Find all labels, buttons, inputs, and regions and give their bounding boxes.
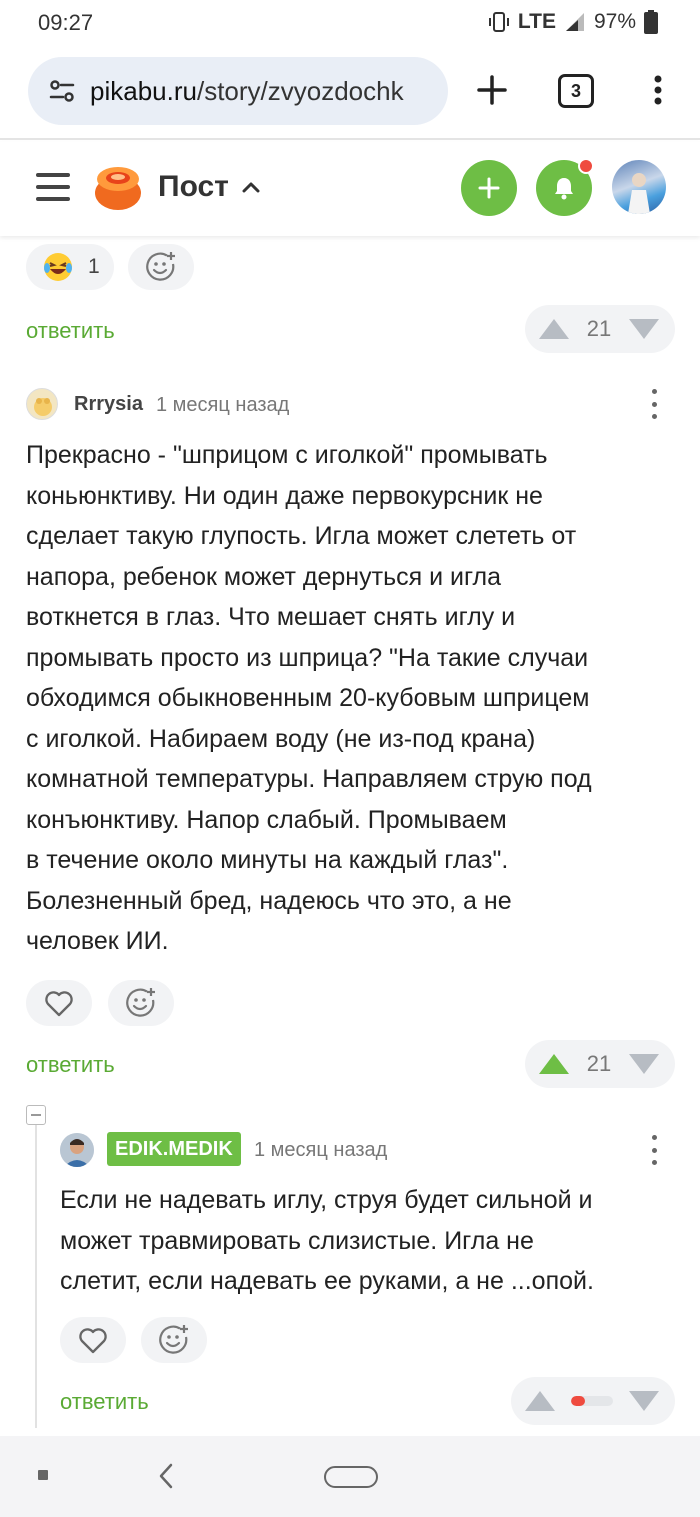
thread-line: [35, 1118, 37, 1428]
plus-icon: [477, 75, 507, 105]
notifications-button[interactable]: [536, 158, 594, 216]
comment-line: Прекрасно - "шприцом с иголкой" промыват…: [26, 441, 548, 469]
url-domain: pikabu.ru: [90, 75, 197, 106]
reply-link[interactable]: ответить: [26, 318, 115, 344]
comment-menu-icon[interactable]: [644, 1135, 664, 1165]
comment-line: сделает такую глупость. Игла может слете…: [26, 522, 577, 550]
reaction-count: 1: [88, 255, 100, 278]
rating-value: 21: [586, 316, 612, 341]
like-button[interactable]: [60, 1317, 126, 1363]
rating-indicator: [571, 1396, 613, 1406]
browser-menu-button[interactable]: [640, 68, 676, 112]
add-emoji-icon: [146, 252, 175, 281]
tab-switcher-button[interactable]: 3: [558, 74, 594, 108]
page-title-text: Пост: [158, 170, 229, 203]
comment-line: может травмировать слизистые. Игла не: [60, 1226, 534, 1255]
comment-line: конъюнктиву. Напор слабый. Промываем: [26, 805, 507, 834]
comment-body: Если не надевать иглу, струя будет сильн…: [60, 1180, 594, 1302]
more-vert-icon: [654, 75, 662, 105]
plus-icon: [478, 177, 500, 199]
status-time: 09:27: [38, 10, 94, 35]
comment-line: промывать просто из шприца? "На такие сл…: [26, 643, 589, 672]
downvote-arrow-icon[interactable]: [629, 319, 659, 339]
address-bar[interactable]: pikabu.ru/story/zvyozdochk: [28, 57, 448, 125]
new-tab-button[interactable]: [470, 68, 514, 112]
network-type: LTE: [517, 10, 556, 33]
rating-value: 21: [586, 1051, 612, 1076]
vibrate-icon: [488, 11, 510, 33]
comment-avatar[interactable]: [60, 1133, 94, 1167]
add-reaction-button[interactable]: [108, 980, 174, 1026]
add-reaction-button[interactable]: [141, 1317, 207, 1363]
comment-timestamp[interactable]: 1 месяц назад: [254, 1139, 387, 1162]
home-button[interactable]: [324, 1466, 378, 1488]
heart-icon: [45, 991, 73, 1017]
comment-line: человек ИИ.: [26, 927, 169, 955]
comment-author-badge[interactable]: EDIK.MEDIK: [107, 1132, 241, 1166]
reply-link[interactable]: ответить: [26, 1052, 115, 1078]
upvote-arrow-icon[interactable]: [539, 1054, 569, 1074]
url-path: /story/zvyozdochk: [196, 75, 404, 106]
comment-line: Болезненный бред, надеюсь что это, а не: [26, 886, 512, 915]
upvote-arrow-icon[interactable]: [525, 1391, 555, 1411]
pikabu-logo[interactable]: [92, 162, 144, 212]
comment-avatar[interactable]: [26, 388, 58, 420]
status-icons: LTE 97%: [488, 10, 658, 34]
comment-line: слетит, если надевать ее руками, а не ..…: [60, 1267, 594, 1295]
url-text[interactable]: pikabu.ru/story/zvyozdochk: [90, 76, 404, 107]
rating-widget: [511, 1377, 675, 1425]
chevron-up-icon: [242, 182, 260, 193]
back-icon[interactable]: [156, 1462, 176, 1490]
comment-timestamp[interactable]: 1 месяц назад: [156, 394, 289, 417]
browser-toolbar: pikabu.ru/story/zvyozdochk 3: [0, 44, 700, 140]
comment-line: Если не надевать иглу, струя будет сильн…: [60, 1186, 593, 1214]
downvote-arrow-icon[interactable]: [629, 1054, 659, 1074]
site-settings-icon[interactable]: [40, 69, 84, 113]
rating-widget: 21: [525, 1040, 675, 1088]
user-avatar[interactable]: [612, 160, 666, 214]
notification-badge: [578, 158, 594, 174]
status-bar: 09:27 LTE 97%: [0, 0, 700, 44]
signal-icon: [564, 11, 586, 33]
heart-icon: [79, 1328, 107, 1354]
like-button[interactable]: [26, 980, 92, 1026]
site-header: Пост: [0, 142, 700, 236]
reply-link[interactable]: ответить: [60, 1389, 149, 1415]
battery-icon: [644, 10, 658, 34]
comment-line: воткнется в глаз. Что мешает снять иглу …: [26, 603, 516, 631]
bell-icon: [555, 178, 573, 200]
add-reaction-button[interactable]: [128, 244, 194, 290]
collapse-thread-button[interactable]: [26, 1105, 46, 1125]
battery-percent: 97%: [593, 10, 636, 33]
add-post-button[interactable]: [461, 160, 517, 216]
comment-menu-icon[interactable]: [644, 389, 664, 419]
system-navigation-bar: [0, 1436, 700, 1517]
add-emoji-icon: [159, 1325, 188, 1354]
upvote-arrow-icon[interactable]: [539, 319, 569, 339]
rating-widget: 21: [525, 305, 675, 353]
comment-line: коньюнктиву. Ни один даже первокурсник н…: [26, 481, 543, 510]
comment-author[interactable]: Rrrysia: [74, 393, 143, 416]
recent-apps-button[interactable]: [38, 1470, 48, 1480]
laughing-emoji-icon: [44, 253, 72, 281]
comment-line: комнатной температуры. Направляем струю …: [26, 765, 592, 793]
comment-line: с иголкой. Набираем воду (не из-под кран…: [26, 724, 536, 753]
comment-line: обходимся обыкновенным 20-кубовым шприце…: [26, 684, 590, 712]
comment-line: в течение около минуты на каждый глаз".: [26, 846, 509, 874]
reaction-laugh-button[interactable]: 1: [26, 244, 114, 290]
comment-body: Прекрасно - "шприцом с иголкой" промыват…: [26, 435, 592, 962]
comment-line: напора, ребенок может дернуться и игла: [26, 562, 502, 591]
page-title[interactable]: Пост: [158, 170, 261, 204]
hamburger-menu-icon[interactable]: [36, 170, 70, 204]
downvote-arrow-icon[interactable]: [629, 1391, 659, 1411]
add-emoji-icon: [126, 988, 155, 1017]
